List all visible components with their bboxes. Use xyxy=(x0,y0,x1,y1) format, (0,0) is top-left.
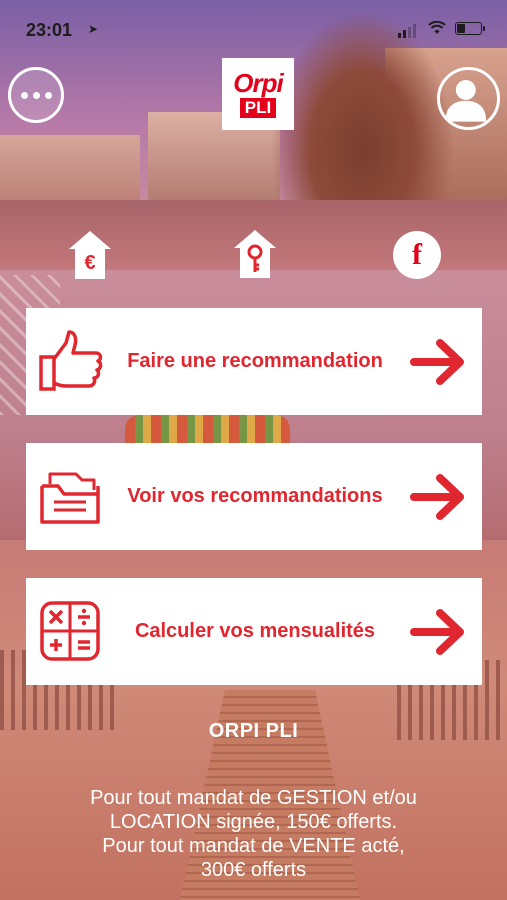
offer-line: Pour tout mandat de VENTE acté, xyxy=(102,835,405,857)
make-recommendation-button[interactable]: Faire une recommandation xyxy=(26,308,482,415)
calculator-icon xyxy=(40,600,100,661)
status-time: 23:01 xyxy=(26,20,73,40)
folder-icon xyxy=(40,472,100,524)
logo-text-sub: PLI xyxy=(239,98,277,118)
logo-text-main: Orpi xyxy=(233,68,283,98)
thumbs-up-icon xyxy=(39,329,103,391)
more-menu-button[interactable] xyxy=(8,67,64,123)
svg-text:€: € xyxy=(84,252,95,274)
offer-text: Pour tout mandat de GESTION et/ou LOCATI… xyxy=(0,786,507,882)
signal-icon xyxy=(398,24,416,38)
offer-line: Pour tout mandat de GESTION et/ou xyxy=(90,787,417,809)
orpi-logo: Orpi PLI xyxy=(222,58,294,130)
key-house-button[interactable] xyxy=(232,228,278,280)
arrow-right-icon xyxy=(410,338,464,385)
footer-title: ORPI PLI xyxy=(208,720,299,742)
euro-house-icon: € xyxy=(69,231,111,279)
arrow-right-icon xyxy=(410,473,464,520)
battery-icon xyxy=(455,22,485,35)
status-bar: 23:01 ➤ xyxy=(0,0,507,58)
offer-line: LOCATION signée, 150€ offerts. xyxy=(109,811,398,833)
facebook-icon: f xyxy=(412,238,422,271)
location-icon: ➤ xyxy=(88,22,99,36)
make-recommendation-label: Faire une recommandation xyxy=(127,350,383,372)
more-icon xyxy=(20,91,28,99)
view-recommendations-button[interactable]: Voir vos recommandations xyxy=(26,443,482,550)
wifi-icon xyxy=(428,21,446,34)
euro-house-button[interactable]: € xyxy=(67,229,113,281)
calculate-payments-button[interactable]: Calculer vos mensualités xyxy=(26,578,482,685)
arrow-right-icon xyxy=(410,608,464,655)
key-house-icon xyxy=(234,230,276,278)
view-recommendations-label: Voir vos recommandations xyxy=(127,485,383,507)
offer-line: 300€ offerts xyxy=(200,859,307,881)
user-icon xyxy=(445,79,487,122)
calculate-payments-label: Calculer vos mensualités xyxy=(134,620,376,642)
profile-button[interactable] xyxy=(437,67,500,130)
facebook-button[interactable]: f xyxy=(393,231,441,279)
